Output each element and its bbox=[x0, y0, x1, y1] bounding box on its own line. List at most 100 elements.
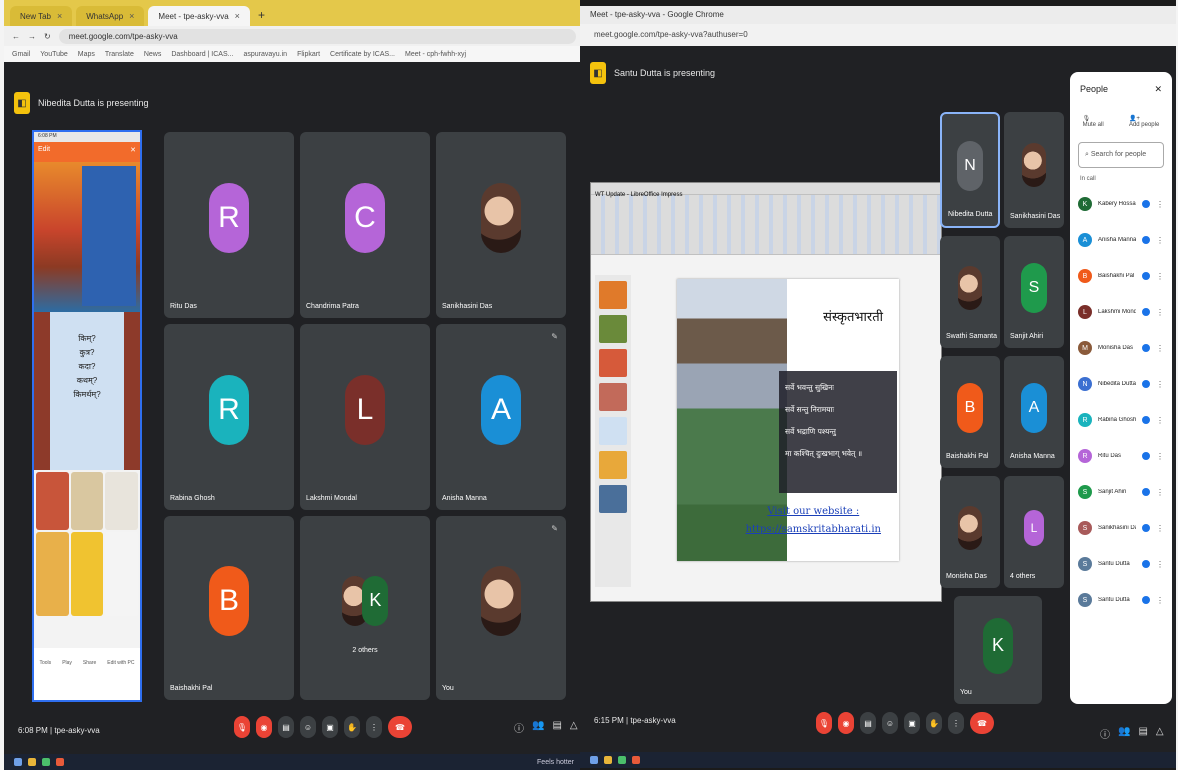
participant-row[interactable]: K Kabery Hossain (You) Meeting host ⋮ bbox=[1070, 186, 1172, 222]
people-icon[interactable]: 👥 bbox=[532, 720, 544, 735]
more-options-icon[interactable]: ⋮ bbox=[1156, 380, 1164, 389]
more-options-icon[interactable]: ⋮ bbox=[1156, 488, 1164, 497]
tab-meet[interactable]: Meet - tpe-asky-vva × bbox=[148, 6, 250, 26]
present-icon[interactable]: ▣ bbox=[904, 712, 920, 734]
participant-tile[interactable]: Sanikhasini Das bbox=[436, 132, 566, 318]
participant-row[interactable]: N Nibedita Dutta ⋮ bbox=[1070, 366, 1172, 402]
activities-icon[interactable]: △ bbox=[1156, 726, 1164, 741]
raise-hand-icon[interactable]: ✋ bbox=[344, 716, 360, 738]
bookmark[interactable]: Certificate by ICAS... bbox=[330, 51, 395, 58]
activities-icon[interactable]: △ bbox=[570, 720, 578, 735]
camera-off-icon[interactable]: ◉ bbox=[256, 716, 272, 738]
app-icon[interactable] bbox=[604, 756, 612, 764]
app-icon[interactable] bbox=[618, 756, 626, 764]
bookmark[interactable]: Translate bbox=[105, 51, 134, 58]
tab-whatsapp[interactable]: WhatsApp × bbox=[76, 6, 145, 26]
app-icon[interactable] bbox=[632, 756, 640, 764]
raise-hand-icon[interactable]: ✋ bbox=[926, 712, 942, 734]
bookmark[interactable]: Maps bbox=[78, 51, 95, 58]
more-options-icon[interactable]: ⋮ bbox=[1156, 560, 1164, 569]
present-icon[interactable]: ▣ bbox=[322, 716, 338, 738]
emoji-icon[interactable]: ☺ bbox=[882, 712, 898, 734]
bookmark[interactable]: Gmail bbox=[12, 51, 30, 58]
mic-off-icon[interactable]: 🎙 bbox=[234, 716, 250, 738]
participant-tile[interactable]: B Baishakhi Pal bbox=[940, 356, 1000, 468]
bookmark[interactable]: News bbox=[144, 51, 162, 58]
participant-tile[interactable]: C Chandrima Patra bbox=[300, 132, 430, 318]
windows-icon[interactable] bbox=[590, 756, 598, 764]
emoji-icon[interactable]: ☺ bbox=[300, 716, 316, 738]
mute-all-button[interactable]: 🎙 Mute all bbox=[1083, 115, 1104, 128]
end-call-button[interactable]: ☎ bbox=[388, 716, 412, 738]
new-tab-icon[interactable]: + bbox=[258, 8, 265, 22]
close-icon[interactable]: ✕ bbox=[1154, 84, 1162, 95]
mic-off-icon[interactable]: 🎙 bbox=[816, 712, 832, 734]
more-options-icon[interactable]: ⋮ bbox=[1156, 452, 1164, 461]
participant-tile[interactable]: R Rabina Ghosh bbox=[164, 324, 294, 510]
slide-thumb[interactable] bbox=[599, 349, 627, 377]
participant-row[interactable]: S Santu Dutta ⋮ bbox=[1070, 582, 1172, 618]
slide-thumb[interactable] bbox=[599, 485, 627, 513]
slide-thumb[interactable] bbox=[599, 417, 627, 445]
url-field[interactable]: meet.google.com/tpe-asky-vva?authuser=0 bbox=[580, 24, 1176, 46]
more-options-icon[interactable]: ⋮ bbox=[1156, 308, 1164, 317]
info-icon[interactable]: ⓘ bbox=[1100, 726, 1110, 741]
slide-thumb[interactable] bbox=[599, 383, 627, 411]
participant-row[interactable]: S Sanjit Ahiri ⋮ bbox=[1070, 474, 1172, 510]
more-options-icon[interactable]: ⋮ bbox=[1156, 596, 1164, 605]
participant-tile[interactable]: Swathi Samanta bbox=[940, 236, 1000, 348]
participant-row[interactable]: R Rabina Ghosh ⋮ bbox=[1070, 402, 1172, 438]
participant-tile[interactable]: K 2 others bbox=[300, 516, 430, 700]
camera-off-icon[interactable]: ◉ bbox=[838, 712, 854, 734]
info-icon[interactable]: ⓘ bbox=[514, 720, 524, 735]
slide-thumb[interactable] bbox=[599, 315, 627, 343]
back-icon[interactable]: ← bbox=[12, 32, 20, 41]
add-people-button[interactable]: 👤+ Add people bbox=[1129, 115, 1159, 128]
more-options-icon[interactable]: ⋮ bbox=[1156, 524, 1164, 533]
participant-tile[interactable]: Sanikhasini Das bbox=[1004, 112, 1064, 228]
tab-new-tab[interactable]: New Tab × bbox=[10, 6, 73, 26]
app-icon[interactable] bbox=[42, 758, 50, 766]
close-icon[interactable]: × bbox=[129, 11, 134, 21]
participant-row[interactable]: S Sanikhasini Das ⋮ bbox=[1070, 510, 1172, 546]
participant-row[interactable]: L Lakshmi Mondal ⋮ bbox=[1070, 294, 1172, 330]
participant-tile[interactable]: A Anisha Manna bbox=[1004, 356, 1064, 468]
windows-icon[interactable] bbox=[14, 758, 22, 766]
url-field[interactable]: meet.google.com/tpe-asky-vva bbox=[58, 28, 576, 44]
chat-icon[interactable]: ▤ bbox=[1138, 726, 1147, 741]
participant-tile[interactable]: B Baishakhi Pal bbox=[164, 516, 294, 700]
participant-tile[interactable]: S Sanjit Ahiri bbox=[1004, 236, 1064, 348]
more-options-icon[interactable]: ⋮ bbox=[948, 712, 964, 734]
reload-icon[interactable]: ↻ bbox=[44, 32, 51, 41]
captions-icon[interactable]: ▤ bbox=[278, 716, 294, 738]
participant-tile[interactable]: ✎ You bbox=[436, 516, 566, 700]
participant-tile[interactable]: L 4 others bbox=[1004, 476, 1064, 588]
forward-icon[interactable]: → bbox=[28, 32, 36, 41]
close-icon[interactable]: × bbox=[57, 11, 62, 21]
participant-tile[interactable]: L Lakshmi Mondal bbox=[300, 324, 430, 510]
participant-row[interactable]: M Monisha Das ⋮ bbox=[1070, 330, 1172, 366]
participant-tile[interactable]: Monisha Das bbox=[940, 476, 1000, 588]
participant-row[interactable]: A Anisha Manna ⋮ bbox=[1070, 222, 1172, 258]
more-options-icon[interactable]: ⋮ bbox=[366, 716, 382, 738]
participant-row[interactable]: S Santu Dutta ⋮ bbox=[1070, 546, 1172, 582]
search-people-input[interactable]: ⌕ Search for people bbox=[1078, 142, 1164, 168]
chat-icon[interactable]: ▤ bbox=[552, 720, 561, 735]
more-options-icon[interactable]: ⋮ bbox=[1156, 200, 1164, 209]
bookmark[interactable]: Flipkart bbox=[297, 51, 320, 58]
bookmark[interactable]: Meet - cph-fwhh-xyj bbox=[405, 51, 466, 58]
bookmark[interactable]: YouTube bbox=[40, 51, 68, 58]
people-icon[interactable]: 👥 bbox=[1118, 726, 1130, 741]
more-options-icon[interactable]: ⋮ bbox=[1156, 272, 1164, 281]
participant-tile[interactable]: ✎ A Anisha Manna bbox=[436, 324, 566, 510]
more-options-icon[interactable]: ⋮ bbox=[1156, 416, 1164, 425]
participant-tile[interactable]: K You bbox=[954, 596, 1042, 704]
participant-tile[interactable]: R Ritu Das bbox=[164, 132, 294, 318]
slide-thumb[interactable] bbox=[599, 451, 627, 479]
more-options-icon[interactable]: ⋮ bbox=[1156, 344, 1164, 353]
slide-thumb[interactable] bbox=[599, 281, 627, 309]
participant-row[interactable]: R Ritu Das ⋮ bbox=[1070, 438, 1172, 474]
more-options-icon[interactable]: ⋮ bbox=[1156, 236, 1164, 245]
participant-row[interactable]: B Baishakhi Pal ⋮ bbox=[1070, 258, 1172, 294]
end-call-button[interactable]: ☎ bbox=[970, 712, 994, 734]
